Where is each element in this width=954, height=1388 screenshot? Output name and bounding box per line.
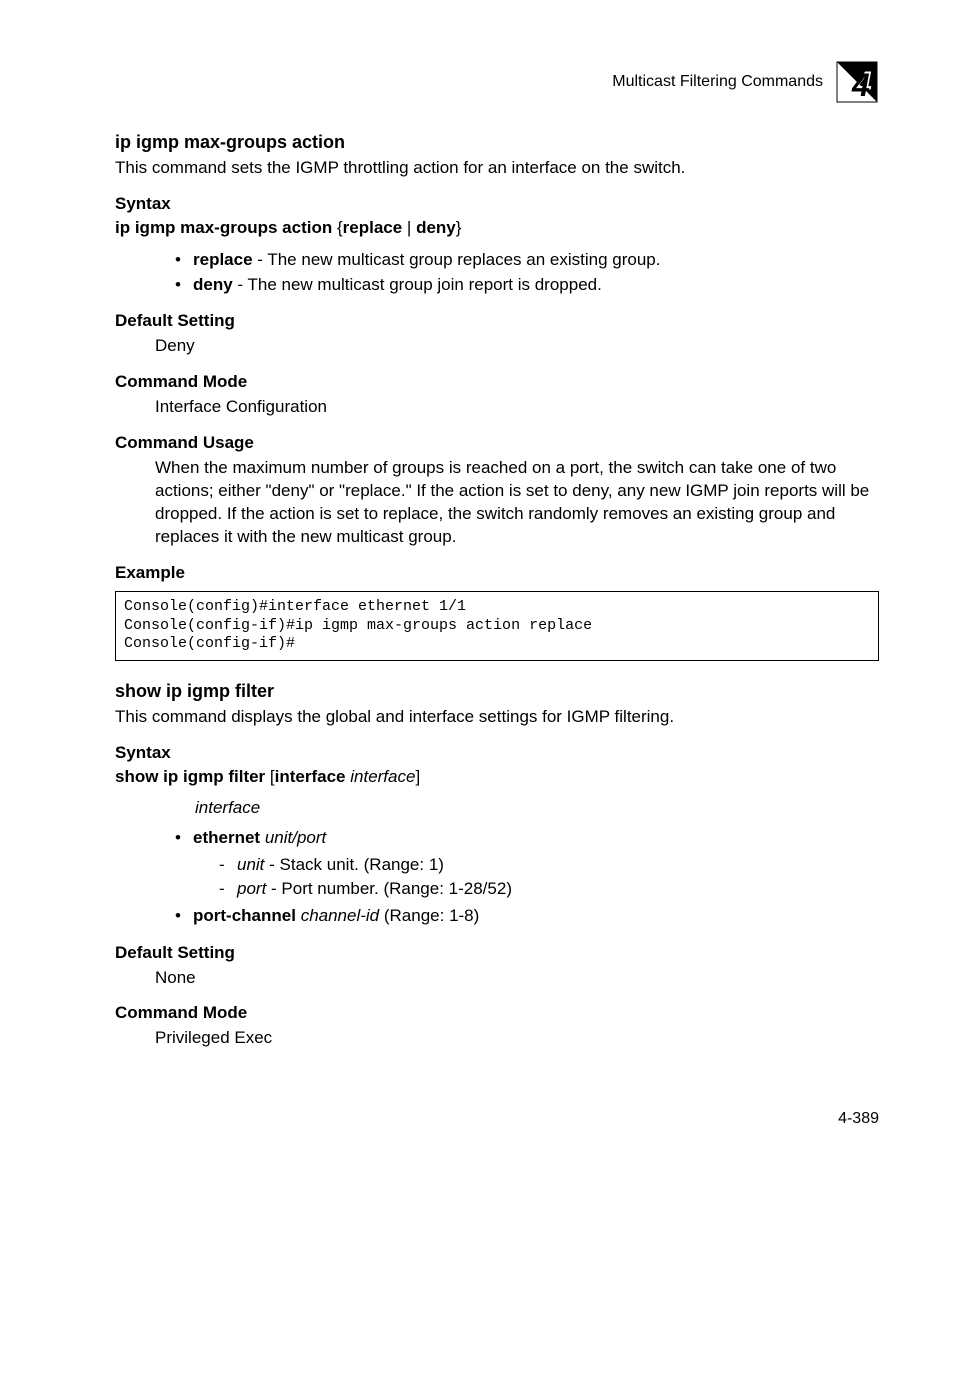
example-code-block: Console(config)#interface ethernet 1/1 C…: [115, 591, 879, 661]
interface-label: interface: [195, 797, 879, 820]
interface-bullet-list: ethernet unit/port unit - Stack unit. (R…: [175, 826, 879, 929]
command-usage-label: Command Usage: [115, 433, 879, 453]
section1-description: This command sets the IGMP throttling ac…: [115, 157, 879, 180]
bullet-port-channel: port-channel channel-id (Range: 1-8): [175, 904, 879, 929]
command-mode-value: Interface Configuration: [155, 396, 879, 419]
ethernet-sub-list: unit - Stack unit. (Range: 1) port - Por…: [219, 853, 879, 902]
syntax-bullet-list: replace - The new multicast group replac…: [175, 248, 879, 297]
dash-unit: unit - Stack unit. (Range: 1): [219, 853, 879, 878]
syntax-bullet-deny: deny - The new multicast group join repo…: [175, 273, 879, 298]
syntax-bullet-replace: replace - The new multicast group replac…: [175, 248, 879, 273]
command-mode-label-2: Command Mode: [115, 1003, 879, 1023]
section-heading-ip-igmp-max-groups-action: ip igmp max-groups action: [115, 132, 879, 153]
syntax-command-2: show ip igmp filter [interface interface…: [115, 767, 879, 787]
bullet-ethernet: ethernet unit/port unit - Stack unit. (R…: [175, 826, 879, 902]
default-setting-value: Deny: [155, 335, 879, 358]
default-setting-label-2: Default Setting: [115, 943, 879, 963]
section2-description: This command displays the global and int…: [115, 706, 879, 729]
header-title: Multicast Filtering Commands: [612, 73, 823, 91]
syntax-label-2: Syntax: [115, 743, 879, 763]
command-mode-value-2: Privileged Exec: [155, 1027, 879, 1050]
syntax-label: Syntax: [115, 194, 879, 214]
page-header: Multicast Filtering Commands 4 4: [115, 60, 879, 104]
section-heading-show-ip-igmp-filter: show ip igmp filter: [115, 681, 879, 702]
command-usage-text: When the maximum number of groups is rea…: [155, 457, 879, 549]
chapter-number-icon: 4 4: [835, 60, 879, 104]
svg-text:4: 4: [851, 67, 870, 103]
command-mode-label: Command Mode: [115, 372, 879, 392]
example-label: Example: [115, 563, 879, 583]
dash-port: port - Port number. (Range: 1-28/52): [219, 877, 879, 902]
syntax-command: ip igmp max-groups action {replace | den…: [115, 218, 879, 238]
default-setting-value-2: None: [155, 967, 879, 990]
page-number: 4-389: [115, 1110, 879, 1128]
default-setting-label: Default Setting: [115, 311, 879, 331]
